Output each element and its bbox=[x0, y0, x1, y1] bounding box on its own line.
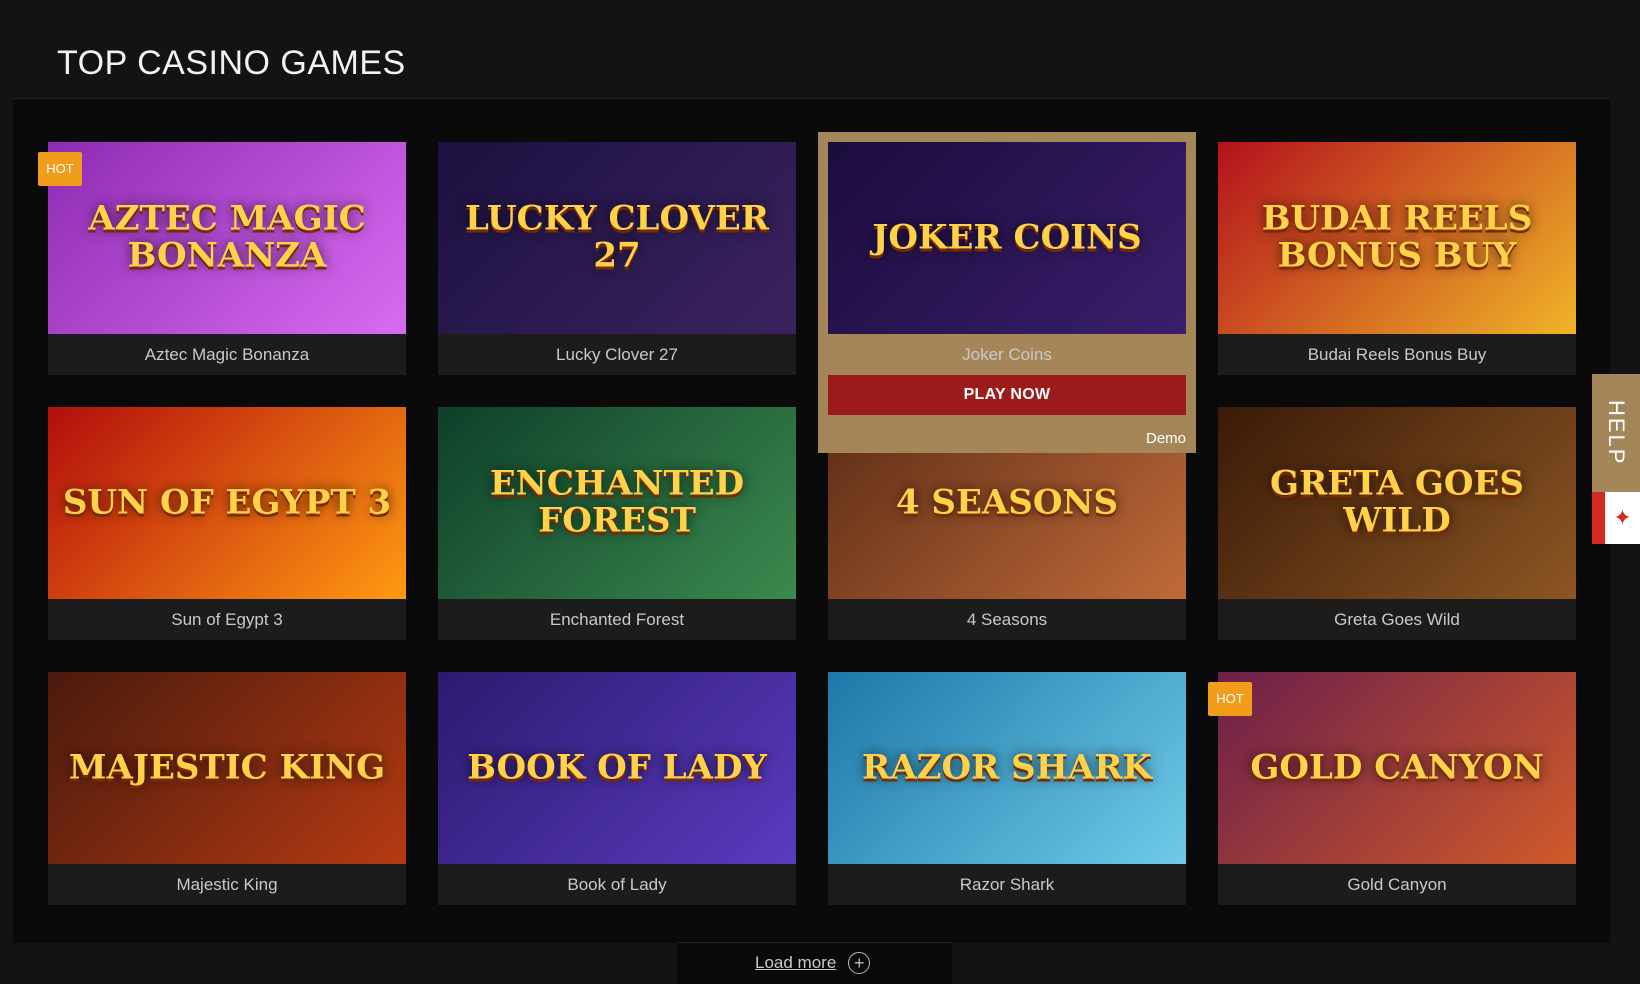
hot-badge: HOT bbox=[38, 152, 82, 186]
game-title[interactable]: Enchanted Forest bbox=[438, 599, 796, 640]
game-logo: JOKER COINS bbox=[872, 217, 1142, 258]
demo-link[interactable]: Demo bbox=[1146, 430, 1186, 447]
game-title[interactable]: Lucky Clover 27 bbox=[438, 334, 796, 375]
play-now-button[interactable]: PLAY NOW bbox=[828, 375, 1186, 415]
help-tab[interactable]: HELP bbox=[1592, 374, 1640, 492]
game-title[interactable]: Aztec Magic Bonanza bbox=[48, 334, 406, 375]
game-title[interactable]: Budai Reels Bonus Buy bbox=[1218, 334, 1576, 375]
game-thumbnail[interactable]: BOOK OF LADY bbox=[438, 672, 796, 864]
game-logo: GRETA GOES WILD bbox=[1270, 463, 1524, 541]
plus-circle-icon: + bbox=[848, 952, 871, 974]
game-logo: 4 SEASONS bbox=[895, 482, 1119, 523]
game-title[interactable]: Gold Canyon bbox=[1218, 864, 1576, 905]
game-title[interactable]: Razor Shark bbox=[828, 864, 1186, 905]
game-logo: ENCHANTED FOREST bbox=[489, 463, 745, 541]
load-more-label: Load more bbox=[755, 953, 837, 972]
game-card[interactable]: MAJESTIC KING Majestic King bbox=[48, 672, 406, 905]
game-thumbnail[interactable]: MAJESTIC KING bbox=[48, 672, 406, 864]
game-logo: BOOK OF LADY bbox=[467, 747, 767, 788]
load-more-button[interactable]: Load more + bbox=[755, 952, 871, 974]
game-title[interactable]: 4 Seasons bbox=[828, 599, 1186, 640]
game-thumbnail[interactable]: RAZOR SHARK bbox=[828, 672, 1186, 864]
game-title[interactable]: Majestic King bbox=[48, 864, 406, 905]
hot-badge: HOT bbox=[1208, 682, 1252, 716]
maple-leaf-icon: ✦ bbox=[1613, 505, 1632, 530]
game-title[interactable]: Greta Goes Wild bbox=[1218, 599, 1576, 640]
game-card[interactable]: RAZOR SHARK Razor Shark bbox=[828, 672, 1186, 905]
game-thumbnail[interactable]: BUDAI REELS BONUS BUY bbox=[1218, 142, 1576, 334]
game-thumbnail[interactable]: LUCKY CLOVER 27 bbox=[438, 142, 796, 334]
game-title[interactable]: Book of Lady bbox=[438, 864, 796, 905]
game-logo: MAJESTIC KING bbox=[68, 747, 386, 788]
games-grid: AZTEC MAGIC BONANZA Aztec Magic Bonanza HO… bbox=[38, 132, 1576, 905]
game-logo: LUCKY CLOVER 27 bbox=[464, 198, 770, 276]
game-title[interactable]: Joker Coins bbox=[828, 334, 1186, 375]
game-logo: AZTEC MAGIC BONANZA bbox=[88, 198, 366, 276]
game-thumbnail[interactable]: GOLD CANYON bbox=[1218, 672, 1576, 864]
game-thumbnail[interactable]: ENCHANTED FOREST bbox=[438, 407, 796, 599]
game-card[interactable]: SUN OF EGYPT 3 Sun of Egypt 3 bbox=[48, 407, 406, 640]
game-card[interactable]: ENCHANTED FOREST Enchanted Forest bbox=[438, 407, 796, 640]
game-card[interactable]: BUDAI REELS BONUS BUY Budai Reels Bonus B… bbox=[1218, 142, 1576, 375]
help-label: HELP bbox=[1604, 400, 1629, 466]
game-thumbnail[interactable]: AZTEC MAGIC BONANZA bbox=[48, 142, 406, 334]
game-thumbnail[interactable]: GRETA GOES WILD bbox=[1218, 407, 1576, 599]
game-card[interactable]: GOLD CANYON Gold Canyon HOT bbox=[1208, 672, 1576, 905]
page-title: TOP CASINO GAMES bbox=[57, 44, 406, 82]
canada-flag-icon[interactable]: ✦ bbox=[1592, 492, 1640, 544]
game-card[interactable]: JOKER COINS Joker Coins PLAY NOW Demo bbox=[818, 132, 1196, 453]
game-thumbnail[interactable]: SUN OF EGYPT 3 bbox=[48, 407, 406, 599]
games-panel: AZTEC MAGIC BONANZA Aztec Magic Bonanza HO… bbox=[13, 98, 1610, 943]
game-logo: RAZOR SHARK bbox=[861, 747, 1153, 788]
game-card[interactable]: GRETA GOES WILD Greta Goes Wild bbox=[1218, 407, 1576, 640]
game-card[interactable]: BOOK OF LADY Book of Lady bbox=[438, 672, 796, 905]
game-title[interactable]: Sun of Egypt 3 bbox=[48, 599, 406, 640]
game-thumbnail[interactable]: JOKER COINS bbox=[828, 142, 1186, 334]
game-logo: GOLD CANYON bbox=[1250, 747, 1544, 788]
game-card[interactable]: AZTEC MAGIC BONANZA Aztec Magic Bonanza HO… bbox=[38, 142, 406, 375]
game-logo: BUDAI REELS BONUS BUY bbox=[1261, 198, 1533, 276]
game-logo: SUN OF EGYPT 3 bbox=[62, 482, 392, 523]
game-card[interactable]: LUCKY CLOVER 27 Lucky Clover 27 bbox=[438, 142, 796, 375]
